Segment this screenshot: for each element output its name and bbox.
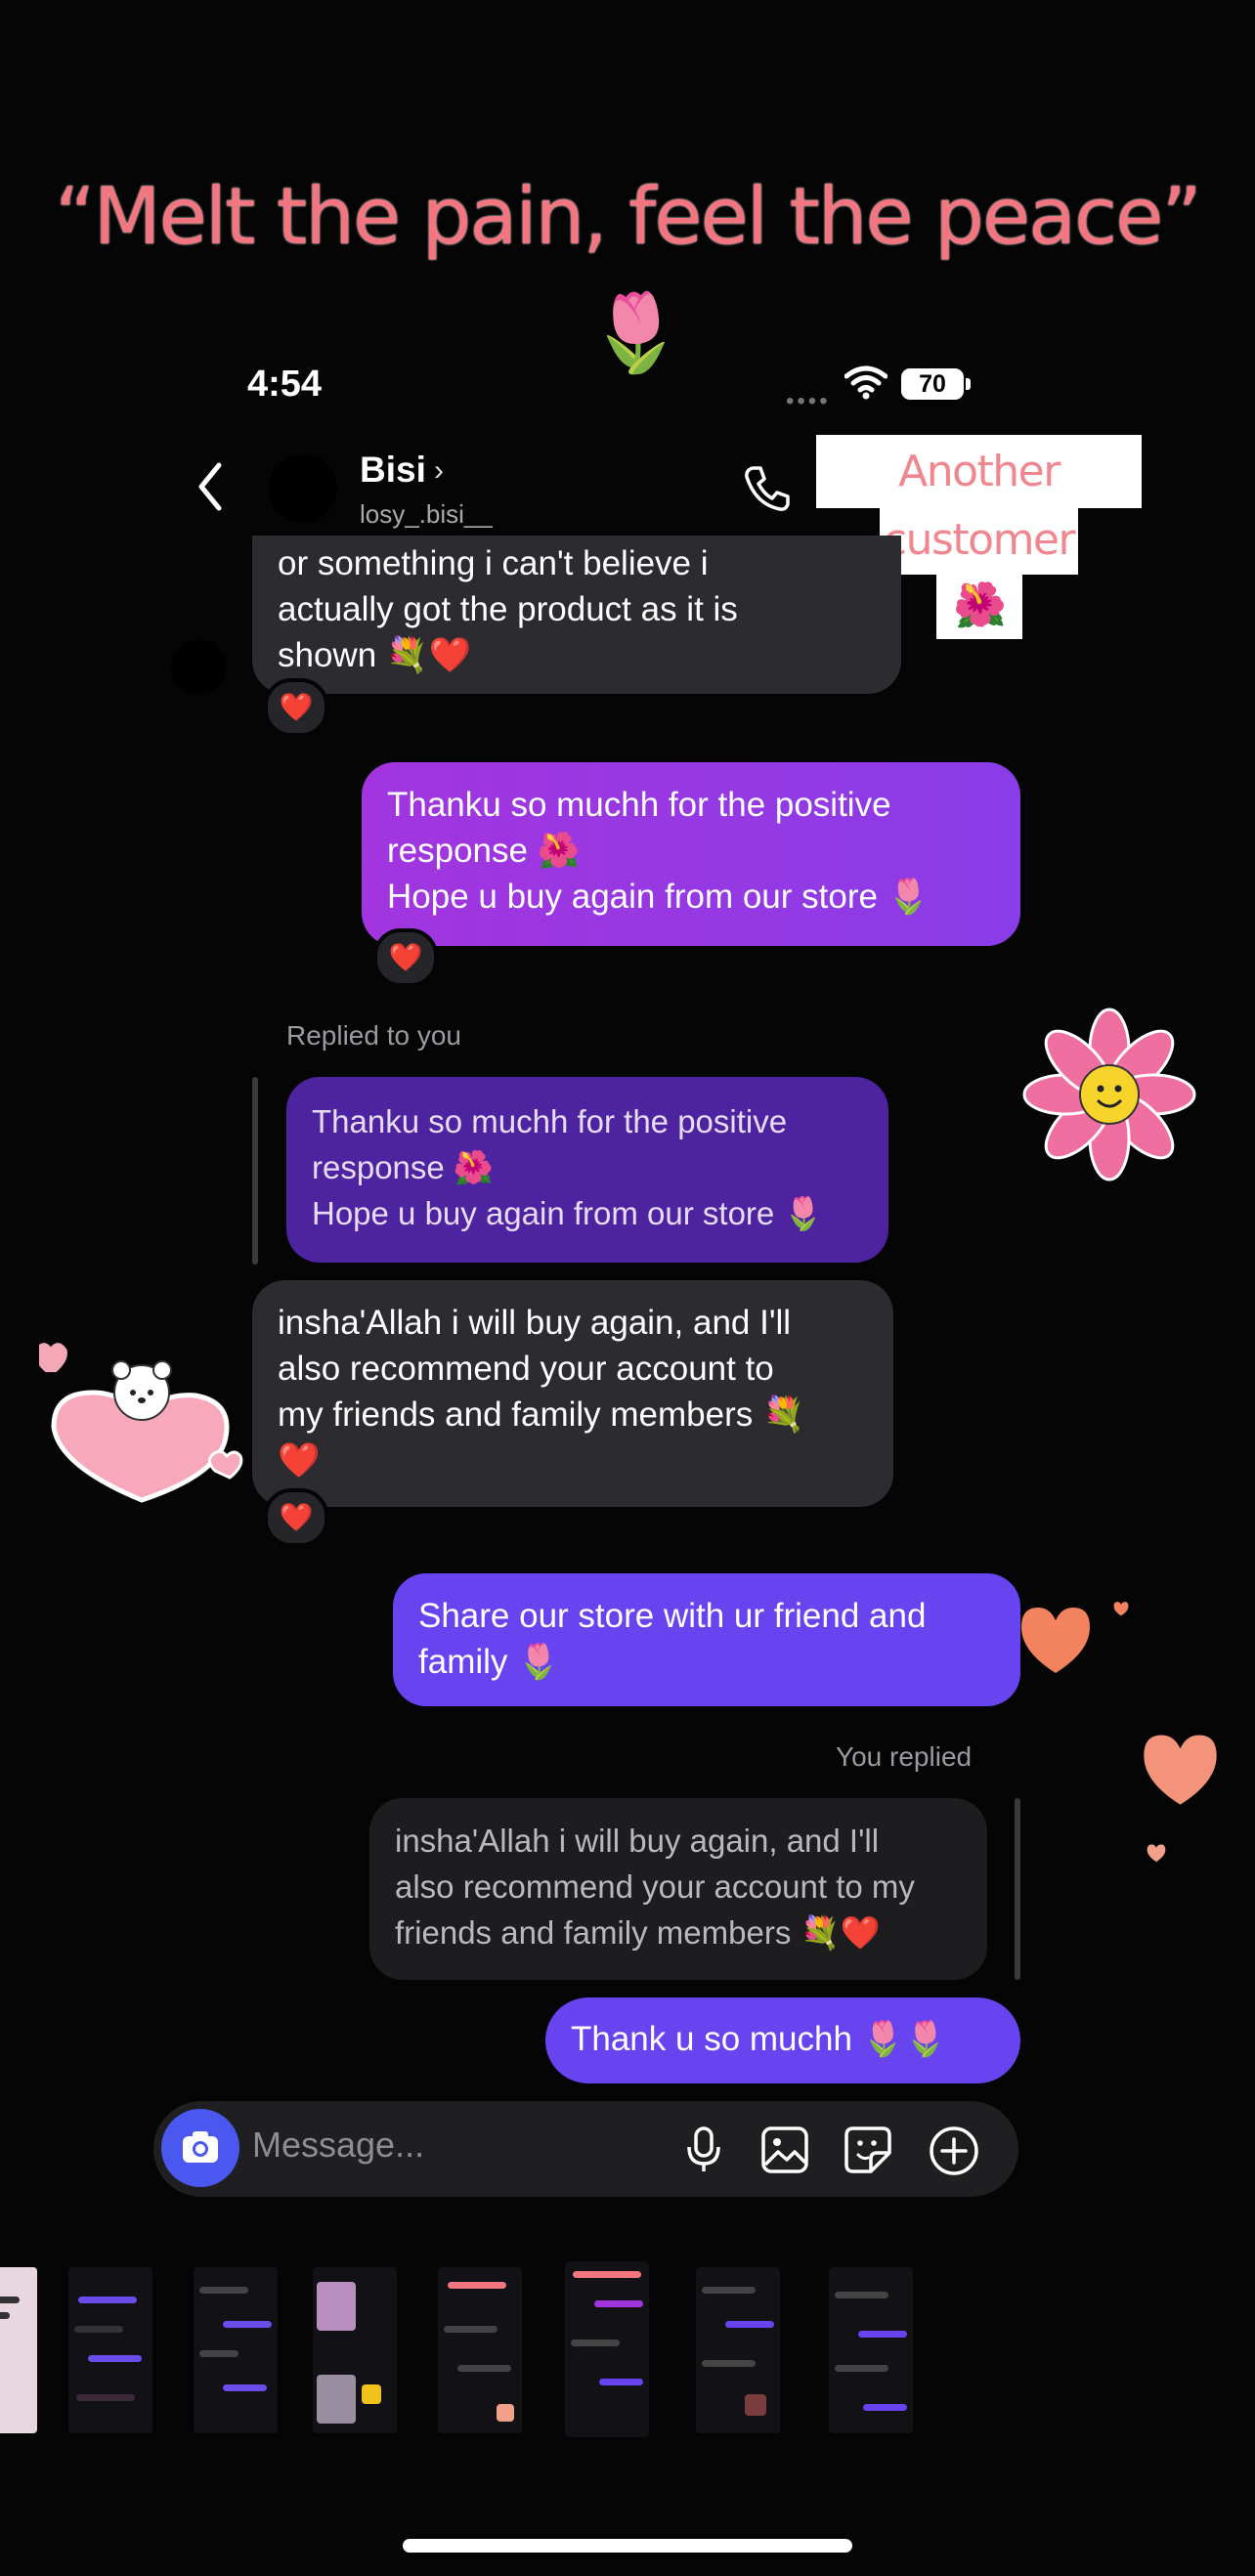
sticker-line-2: customer (880, 506, 1078, 575)
contact-handle: losy_.bisi__ (360, 499, 493, 529)
heart-sticker (1113, 1602, 1129, 1616)
incoming-message[interactable]: insha'Allah i will buy again, and I'll a… (252, 1280, 893, 1507)
battery-tip (966, 378, 971, 390)
thumbnail[interactable] (313, 2267, 397, 2433)
status-time: 4:54 (247, 364, 323, 405)
thumbnail[interactable] (565, 2261, 649, 2437)
battery-indicator: 70 (901, 368, 964, 400)
signal-icon: •••• (786, 388, 831, 414)
story-caption: “Melt the pain, feel the peace” (55, 171, 1202, 262)
quoted-message[interactable]: Thanku so muchh for the positive respons… (286, 1077, 888, 1263)
gallery-icon[interactable] (760, 2125, 809, 2174)
camera-icon (183, 2131, 218, 2163)
heart-reaction[interactable]: ❤️ (264, 678, 328, 737)
message-input[interactable]: Message... (252, 2125, 424, 2166)
thumbnail[interactable] (829, 2267, 913, 2433)
thumbnail[interactable] (194, 2267, 278, 2433)
outgoing-message[interactable]: Share our store with ur friend and famil… (393, 1573, 1020, 1706)
sticker-line-1: Another satisfied (816, 435, 1142, 570)
thumbnail[interactable] (0, 2267, 37, 2433)
chevron-right-icon[interactable]: › (434, 454, 444, 488)
bear-heart-sticker (39, 1343, 243, 1503)
thumbnail[interactable] (438, 2267, 522, 2433)
heart-reaction[interactable]: ❤️ (264, 1488, 328, 1547)
heart-sticker (1021, 1608, 1090, 1673)
tulip-emoji: 🌷 (588, 289, 684, 375)
hibiscus-emoji: 🌺 (936, 573, 1022, 639)
you-replied-label: You replied (836, 1741, 973, 1772)
back-icon[interactable] (194, 457, 227, 516)
smiling-flower-sticker (1022, 1008, 1196, 1181)
wifi-icon (844, 365, 887, 400)
heart-reaction[interactable]: ❤️ (373, 928, 438, 987)
incoming-message[interactable]: or something i can't believe i actually … (252, 536, 901, 694)
thumbnail[interactable] (68, 2267, 152, 2433)
story-thumbnail-strip (0, 2261, 1255, 2443)
contact-avatar[interactable] (269, 454, 337, 523)
plus-icon[interactable] (929, 2125, 979, 2176)
sticker-icon[interactable] (844, 2125, 892, 2174)
microphone-icon[interactable] (681, 2125, 726, 2174)
outgoing-message[interactable]: Thank u so muchh 🌷🌷 (545, 1997, 1020, 2083)
replied-label: Replied to you (286, 1020, 462, 1051)
camera-button[interactable] (161, 2109, 239, 2187)
heart-sticker (1147, 1844, 1166, 1863)
outgoing-message[interactable]: Thanku so muchh for the positive respons… (362, 762, 1020, 946)
contact-name[interactable]: Bisi (360, 450, 426, 491)
home-indicator[interactable] (403, 2539, 852, 2553)
thumbnail[interactable] (696, 2267, 780, 2433)
heart-sticker (1144, 1735, 1217, 1805)
quoted-message[interactable]: insha'Allah i will buy again, and I'll a… (369, 1798, 987, 1980)
reply-bar (1015, 1798, 1020, 1980)
phone-icon[interactable] (741, 463, 792, 514)
reply-bar (252, 1077, 258, 1265)
sender-avatar[interactable] (171, 640, 226, 695)
